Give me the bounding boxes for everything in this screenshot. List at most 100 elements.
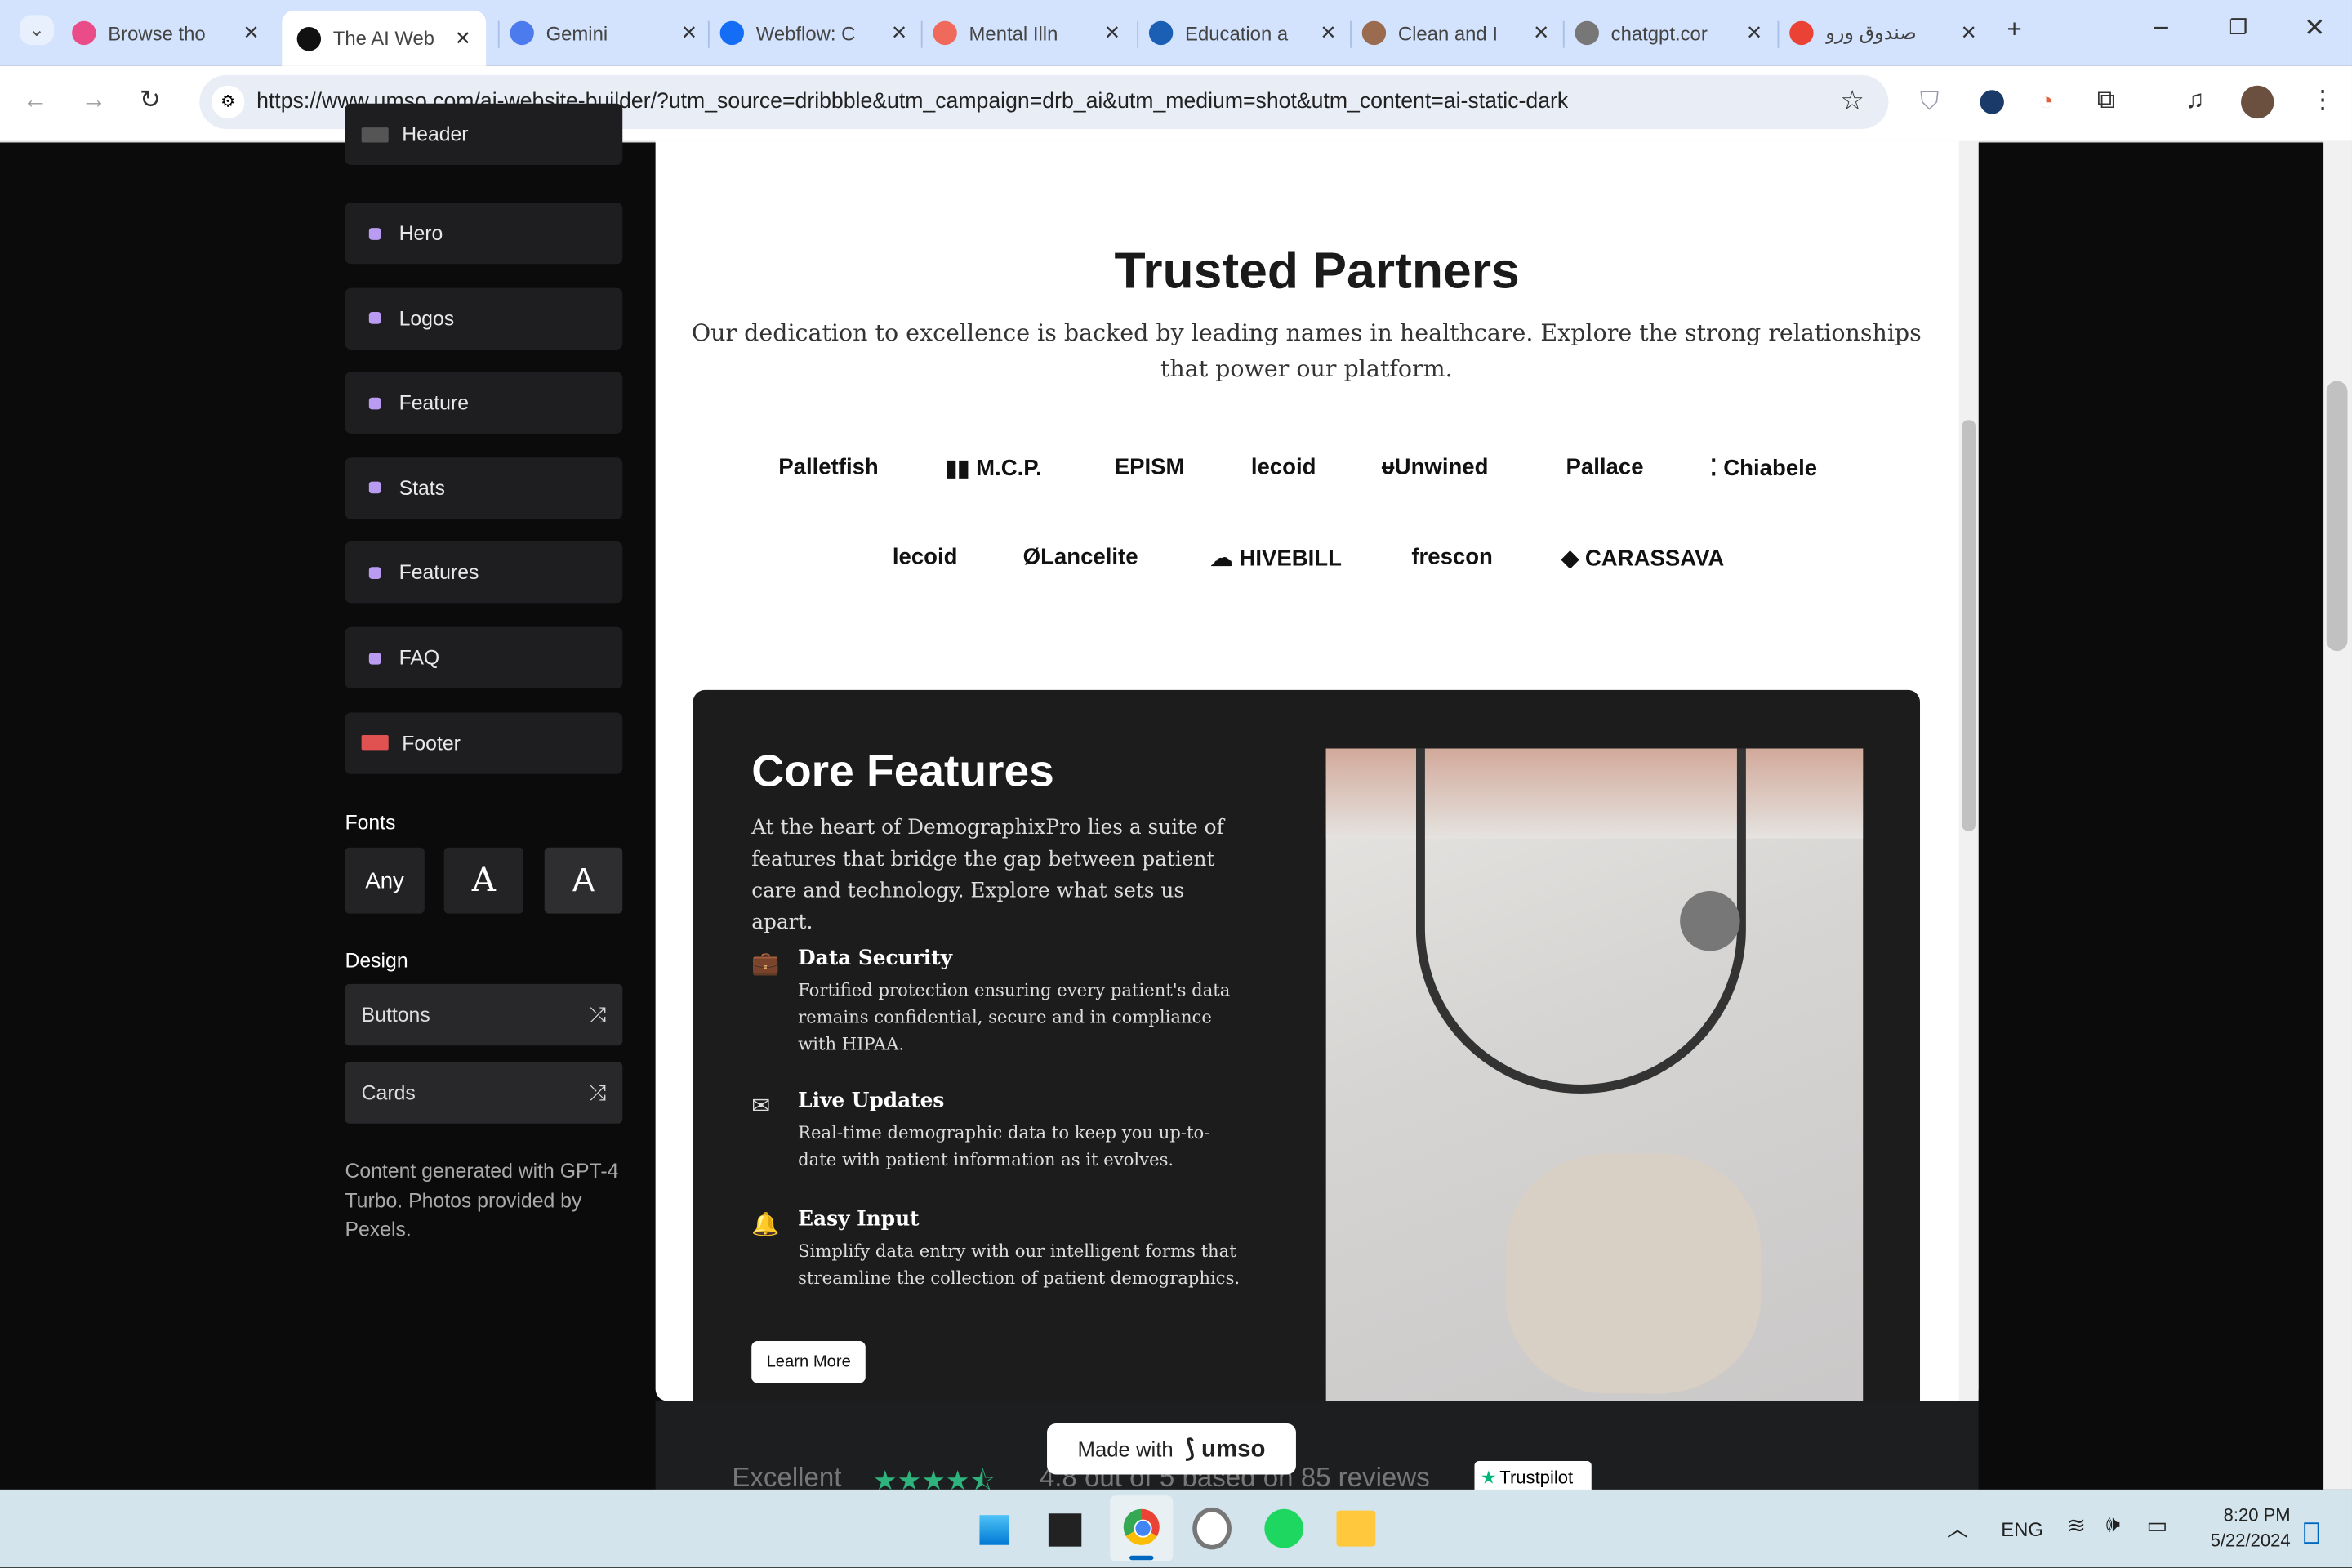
partner-logo: lecoid	[1250, 454, 1316, 480]
shuffle-icon: ⤮	[590, 1002, 607, 1026]
partner-logo: ⁚ Chiabele	[1709, 456, 1818, 482]
buttons-shuffle[interactable]: Buttons ⤮	[345, 983, 623, 1046]
clock[interactable]: 8:20 PM 5/22/2024	[2199, 1503, 2291, 1553]
taskbar: ︿ ENG ≋ 🕪 ▭ 8:20 PM 5/22/2024	[0, 1489, 2352, 1568]
file-explorer-icon[interactable]	[1336, 1510, 1376, 1547]
volume-icon[interactable]: 🕪	[2106, 1512, 2120, 1537]
font-serif-button[interactable]: A	[443, 847, 524, 914]
language-indicator[interactable]: ENG	[2001, 1518, 2043, 1541]
browser-tab[interactable]: Education a ✕	[1148, 11, 1336, 56]
section-stats[interactable]: Stats	[345, 457, 623, 519]
tab-favicon-icon	[933, 20, 957, 46]
shuffle-icon: ⤮	[590, 1080, 607, 1103]
extensions-puzzle-icon[interactable]: ⧉	[2097, 86, 2115, 116]
start-icon[interactable]	[976, 1512, 1013, 1548]
section-faq[interactable]: FAQ	[345, 626, 623, 689]
screen: ⌄ Browse tho ✕ The AI Web ✕ Gemini ✕ Webflow: …	[0, 0, 2352, 1568]
partner-logo: ▮▮ M.C.P.	[945, 456, 1042, 482]
chrome-taskbar-button[interactable]	[1110, 1495, 1174, 1562]
site-info-icon[interactable]: ⚙	[211, 85, 245, 119]
partner-logo: frescon	[1411, 544, 1493, 570]
tab-label: Clean and I	[1397, 21, 1498, 45]
tab-close-icon[interactable]: ✕	[243, 21, 260, 45]
partner-logo: Palletfish	[778, 454, 879, 480]
reload-icon[interactable]: ↻	[140, 86, 161, 116]
forward-icon[interactable]: →	[81, 86, 106, 116]
wifi-icon[interactable]: ≋	[2067, 1512, 2086, 1539]
tab-close-icon[interactable]: ✕	[891, 21, 907, 45]
tab-close-icon[interactable]: ✕	[1961, 21, 1977, 45]
learn-more-button[interactable]: Learn More	[751, 1341, 866, 1383]
tab-close-icon[interactable]: ✕	[681, 21, 697, 45]
scroll-thumb[interactable]	[1962, 420, 1976, 831]
tab-favicon-icon	[296, 26, 322, 51]
close-window-button[interactable]: ✕	[2304, 14, 2325, 44]
partner-logo: Pallace	[1566, 454, 1644, 480]
media-control-icon[interactable]: ♫	[2185, 86, 2204, 116]
cards-shuffle[interactable]: Cards ⤮	[345, 1062, 623, 1124]
section-label: Features	[399, 561, 479, 585]
section-hero[interactable]: Hero	[345, 202, 623, 265]
tab-close-icon[interactable]: ✕	[455, 26, 471, 50]
bookmark-star-icon[interactable]: ☆	[1840, 86, 1864, 118]
browser-tab[interactable]: Mental Illn ✕	[933, 11, 1120, 56]
extension-globe-icon[interactable]	[1980, 90, 2004, 114]
profile-avatar[interactable]	[2241, 85, 2274, 119]
browser-tab[interactable]: صندوق ورو ✕	[1789, 11, 1977, 56]
minimize-button[interactable]: –	[2154, 12, 2168, 42]
tab-close-icon[interactable]: ✕	[1320, 21, 1336, 45]
tray-chevron-icon[interactable]: ︿	[1947, 1513, 1968, 1544]
tab-close-icon[interactable]: ✕	[1104, 21, 1120, 45]
browser-tab[interactable]: Gemini ✕	[510, 11, 697, 56]
logo-mark-icon: ᵾ	[1381, 454, 1395, 480]
bell-icon: 🔔	[751, 1212, 780, 1238]
spotify-icon[interactable]	[1264, 1508, 1304, 1548]
browser-tab[interactable]: Clean and I ✕	[1361, 11, 1549, 56]
tab-favicon-icon	[1789, 20, 1814, 46]
tab-search-button[interactable]: ⌄	[19, 15, 54, 46]
made-with-umso-badge[interactable]: Made with ⟆ umso	[1047, 1423, 1296, 1475]
design-heading: Design	[345, 949, 408, 973]
section-feature[interactable]: Feature	[345, 372, 623, 434]
credits-text: Content generated with GPT-4 Turbo. Phot…	[345, 1159, 619, 1241]
partners-title: Trusted Partners	[1114, 243, 1520, 301]
section-logos[interactable]: Logos	[345, 287, 623, 350]
website-preview: Trusted Partners Our dedication to excel…	[655, 140, 1979, 1401]
time-text: 8:20 PM	[2223, 1504, 2291, 1526]
section-footer[interactable]: Footer	[345, 711, 623, 774]
tab-close-icon[interactable]: ✕	[1746, 21, 1762, 45]
new-tab-button[interactable]: +	[2007, 15, 2022, 45]
notification-icon[interactable]	[2304, 1522, 2319, 1544]
tab-favicon-icon	[1148, 20, 1174, 46]
browser-tab[interactable]: chatgpt.cor ✕	[1575, 11, 1762, 56]
section-header[interactable]: Header	[345, 103, 623, 166]
section-dot-icon	[368, 567, 381, 579]
restore-button[interactable]: ❐	[2229, 15, 2247, 40]
extension-shield-icon[interactable]: ⛉	[1920, 87, 1939, 118]
tab-separator	[920, 20, 923, 48]
battery-icon[interactable]: ▭	[2146, 1512, 2167, 1539]
feature-desc: Simplify data entry with our intelligent…	[798, 1240, 1241, 1289]
section-label: Stats	[399, 476, 446, 500]
page-scrollbar[interactable]	[2323, 140, 2352, 1490]
browser-tab[interactable]: The AI Web ✕	[282, 10, 487, 66]
core-features-title: Core Features	[751, 746, 1054, 797]
briefcase-icon: 💼	[751, 951, 780, 977]
tab-favicon-icon	[510, 20, 534, 46]
section-features[interactable]: Features	[345, 541, 623, 604]
preview-scrollbar[interactable]	[1958, 140, 1979, 1401]
menu-kebab-icon[interactable]: ⋮	[2310, 86, 2336, 116]
task-view-icon[interactable]	[1048, 1513, 1082, 1547]
tab-close-icon[interactable]: ✕	[1533, 21, 1549, 45]
back-icon[interactable]: ←	[23, 86, 48, 116]
tab-separator	[1350, 20, 1352, 48]
tab-label: Mental Illn	[969, 21, 1058, 45]
browser-tab[interactable]: Webflow: C ✕	[719, 11, 907, 56]
extension-clock-icon[interactable]: ◔	[2038, 87, 2054, 118]
trustpilot-star-icon: ★	[1480, 1467, 1497, 1489]
buttons-label: Buttons	[361, 1003, 430, 1027]
browser-tab[interactable]: Browse tho ✕	[72, 11, 260, 56]
font-sans-button[interactable]: A	[544, 847, 623, 914]
clock-app-icon[interactable]	[1192, 1507, 1232, 1550]
font-any-button[interactable]: Any	[345, 847, 425, 914]
